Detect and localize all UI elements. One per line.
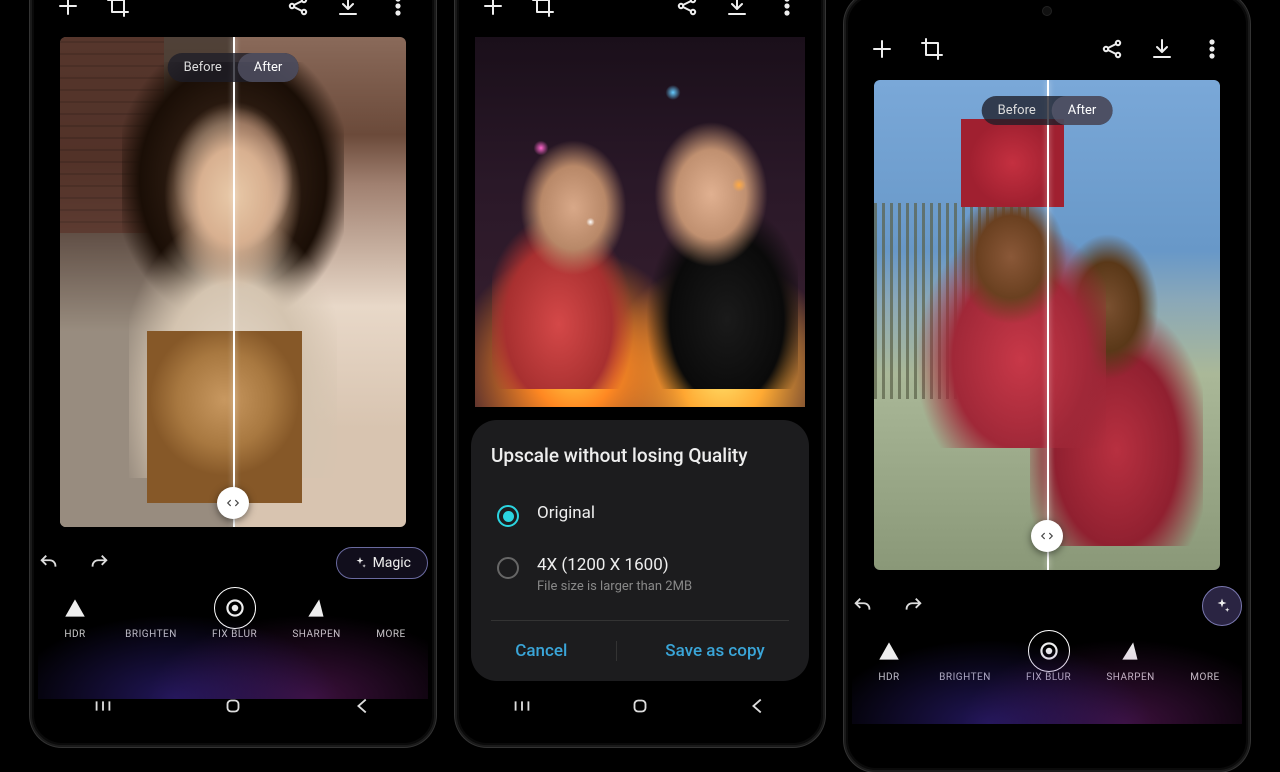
crop-icon[interactable] [531, 0, 555, 18]
android-navbar [38, 687, 428, 729]
effect-fixblur[interactable]: FIX BLUR [212, 593, 257, 640]
side-button [434, 169, 436, 219]
magic-button[interactable]: Magic [336, 547, 428, 579]
nav-back-icon[interactable] [747, 695, 769, 721]
nav-recents-icon[interactable] [92, 695, 114, 721]
effect-more[interactable]: MORE [376, 593, 406, 640]
share-icon[interactable] [1100, 37, 1124, 61]
effect-sharpen[interactable]: SHARPEN [292, 593, 340, 640]
before-after-toggle[interactable]: Before After [168, 53, 299, 82]
kebab-icon[interactable] [386, 0, 410, 18]
effect-fixblur[interactable]: FIX BLUR [1026, 636, 1071, 683]
android-navbar [463, 687, 817, 729]
before-label[interactable]: Before [168, 53, 238, 82]
redo-icon[interactable] [902, 595, 924, 617]
effects-row: HDR BRIGHTEN FIX BLUR SHARPEN MORE [38, 593, 428, 640]
compare-slider-handle[interactable] [217, 487, 249, 519]
nav-recents-icon[interactable] [511, 695, 533, 721]
kebab-icon[interactable] [775, 0, 799, 18]
nav-home-icon[interactable] [222, 695, 244, 721]
sheet-title: Upscale without losing Quality [491, 444, 789, 467]
effect-hdr[interactable]: HDR [60, 593, 90, 640]
editor-toolbar [463, 0, 817, 37]
compare-slider-handle[interactable] [1031, 520, 1063, 552]
image-preview[interactable]: Before After [874, 80, 1220, 570]
kebab-icon[interactable] [1200, 37, 1224, 61]
nav-home-icon[interactable] [629, 695, 651, 721]
effect-brighten[interactable]: BRIGHTEN [125, 593, 177, 640]
share-icon[interactable] [675, 0, 699, 18]
undo-icon[interactable] [38, 552, 60, 574]
crop-icon[interactable] [106, 0, 130, 18]
download-icon[interactable] [336, 0, 360, 18]
side-button [1248, 234, 1250, 284]
divider [616, 641, 617, 661]
nav-back-icon[interactable] [352, 695, 374, 721]
effects-row: HDR BRIGHTEN FIX BLUR SHARPEN MORE [852, 636, 1242, 683]
add-icon[interactable] [870, 37, 894, 61]
share-icon[interactable] [286, 0, 310, 18]
effect-hdr[interactable]: HDR [874, 636, 904, 683]
effect-sharpen[interactable]: SHARPEN [1106, 636, 1154, 683]
add-icon[interactable] [481, 0, 505, 18]
camera-notch [1042, 6, 1052, 16]
image-preview[interactable] [475, 37, 805, 407]
divider [491, 620, 789, 621]
redo-icon[interactable] [88, 552, 110, 574]
radio-4x[interactable]: 4X (1200 X 1600) File size is larger tha… [491, 541, 789, 608]
effect-brighten[interactable]: BRIGHTEN [939, 636, 991, 683]
magic-button[interactable] [1202, 586, 1242, 626]
phone-2: Upscale without losing Quality Original … [455, 0, 825, 747]
before-label[interactable]: Before [982, 96, 1052, 125]
before-after-toggle[interactable]: Before After [982, 96, 1113, 125]
radio-icon [497, 505, 519, 527]
phone-1: Before After Magic HDR BRIGHTEN FIX BLUR… [30, 0, 436, 747]
image-preview[interactable]: Before After [60, 37, 406, 527]
phone-3: Before After HDR BRIGHTEN FIX BLUR SHARP… [844, 0, 1250, 772]
compare-slider-line [1047, 80, 1049, 570]
cancel-button[interactable]: Cancel [515, 641, 567, 661]
editor-toolbar [38, 0, 428, 37]
crop-icon[interactable] [920, 37, 944, 61]
radio-icon [497, 557, 519, 579]
save-as-copy-button[interactable]: Save as copy [665, 641, 764, 661]
add-icon[interactable] [56, 0, 80, 18]
upscale-sheet: Upscale without losing Quality Original … [471, 420, 809, 681]
compare-slider-line [233, 37, 235, 527]
side-button [434, 89, 436, 159]
after-label[interactable]: After [238, 53, 299, 82]
download-icon[interactable] [725, 0, 749, 18]
undo-icon[interactable] [852, 595, 874, 617]
download-icon[interactable] [1150, 37, 1174, 61]
side-button [1248, 154, 1250, 224]
after-label[interactable]: After [1052, 96, 1113, 125]
radio-original[interactable]: Original [491, 489, 789, 541]
effect-more[interactable]: MORE [1190, 636, 1220, 683]
editor-toolbar [852, 18, 1242, 80]
magic-label: Magic [373, 555, 411, 571]
